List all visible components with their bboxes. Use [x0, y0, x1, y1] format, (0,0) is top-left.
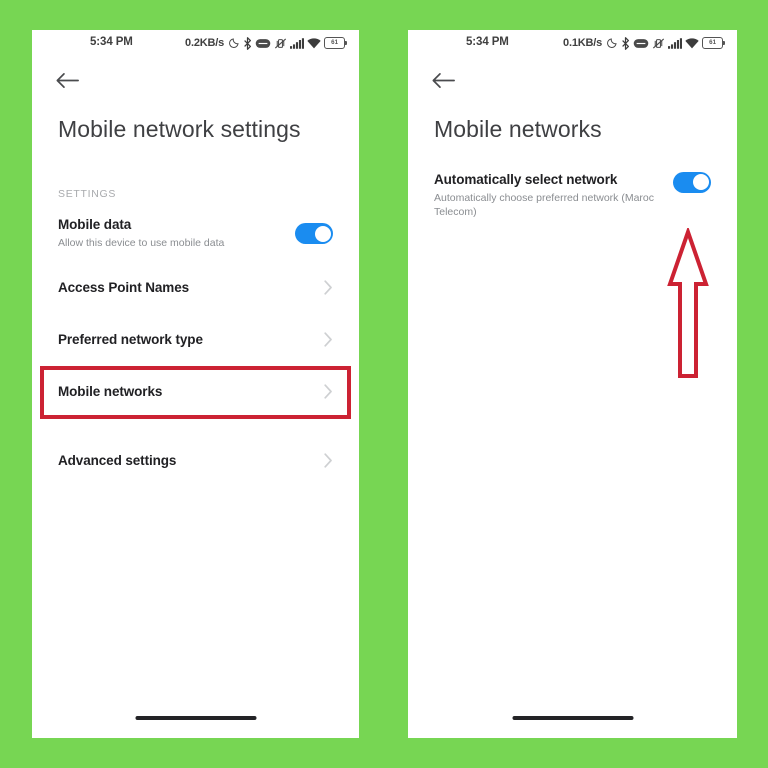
row-advanced-settings-text: Advanced settings — [58, 453, 324, 468]
bluetooth-icon — [622, 36, 630, 50]
row-advanced-settings[interactable]: Advanced settings — [32, 435, 359, 487]
row-automatically-select-network[interactable]: Automatically select network Automatical… — [408, 170, 737, 232]
row-mobile-data-title: Mobile data — [58, 217, 132, 232]
wifi-icon — [307, 37, 321, 48]
row-access-point-names[interactable]: Access Point Names — [32, 262, 359, 314]
row-mobile-data-subtitle: Allow this device to use mobile data — [58, 237, 225, 249]
phone-screenshot-left: 5:34 PM 0.2KB/s 61 Mobile network settin… — [32, 30, 359, 738]
app-bar — [408, 58, 737, 102]
status-bar-icons: 0.2KB/s 61 — [185, 35, 347, 51]
up-arrow-annotation-icon — [667, 228, 709, 378]
chevron-right-icon — [324, 453, 332, 468]
row-automatically-select-network-text: Automatically select network Automatical… — [434, 172, 673, 219]
row-preferred-network-type-title: Preferred network type — [58, 332, 203, 348]
data-saver-icon — [633, 38, 649, 48]
status-bar: 5:34 PM 0.1KB/s 61 — [408, 30, 737, 58]
signal-bars-icon — [668, 37, 682, 49]
back-arrow-icon[interactable] — [56, 72, 79, 89]
chevron-right-icon — [324, 384, 332, 399]
row-automatically-select-network-title: Automatically select network — [434, 171, 618, 187]
status-bar-time: 5:34 PM — [90, 36, 133, 48]
battery-icon: 61 — [702, 37, 725, 49]
row-mobile-data-text: Mobile data Allow this device to use mob… — [58, 217, 295, 250]
automatically-select-network-toggle[interactable] — [673, 171, 711, 193]
battery-level-label: 61 — [331, 38, 338, 46]
network-speed-label: 0.1KB/s — [563, 37, 602, 49]
section-label-settings: SETTINGS — [58, 187, 117, 200]
status-bar-icons: 0.1KB/s 61 — [563, 35, 725, 51]
status-bar-time: 5:34 PM — [466, 36, 509, 48]
dnd-moon-icon — [229, 38, 239, 48]
chevron-right-icon — [324, 280, 332, 295]
page-title: Mobile networks — [434, 116, 602, 142]
dnd-moon-icon — [607, 38, 617, 48]
vibrate-off-icon — [274, 38, 287, 48]
row-advanced-settings-title: Advanced settings — [58, 453, 177, 469]
phone-screenshot-right: 5:34 PM 0.1KB/s 61 Mobile networks Autom… — [408, 30, 737, 738]
data-saver-icon — [255, 38, 271, 48]
row-access-point-names-title: Access Point Names — [58, 280, 190, 296]
app-bar — [32, 58, 359, 102]
network-speed-label: 0.2KB/s — [185, 37, 224, 49]
list-divider — [58, 417, 333, 419]
toggle-knob — [692, 174, 709, 191]
row-preferred-network-type-text: Preferred network type — [58, 332, 324, 347]
row-access-point-names-text: Access Point Names — [58, 280, 324, 295]
page-title: Mobile network settings — [58, 116, 301, 142]
battery-icon: 61 — [324, 37, 347, 49]
row-mobile-networks[interactable]: Mobile networks — [32, 366, 359, 418]
gesture-navigation-bar — [512, 716, 633, 720]
bluetooth-icon — [244, 36, 252, 50]
toggle-knob — [314, 225, 331, 242]
wifi-icon — [685, 37, 699, 48]
mobile-data-toggle[interactable] — [295, 223, 333, 245]
row-mobile-networks-text: Mobile networks — [58, 384, 324, 399]
chevron-right-icon — [324, 332, 332, 347]
row-automatically-select-network-subtitle: Automatically choose preferred network (… — [434, 191, 655, 218]
gesture-navigation-bar — [135, 716, 256, 720]
row-preferred-network-type[interactable]: Preferred network type — [32, 314, 359, 366]
back-arrow-icon[interactable] — [432, 72, 455, 89]
row-mobile-networks-title: Mobile networks — [58, 384, 163, 400]
status-bar: 5:34 PM 0.2KB/s 61 — [32, 30, 359, 58]
battery-level-label: 61 — [709, 38, 716, 46]
row-mobile-data[interactable]: Mobile data Allow this device to use mob… — [32, 206, 359, 262]
vibrate-off-icon — [652, 38, 665, 48]
signal-bars-icon — [290, 37, 304, 49]
